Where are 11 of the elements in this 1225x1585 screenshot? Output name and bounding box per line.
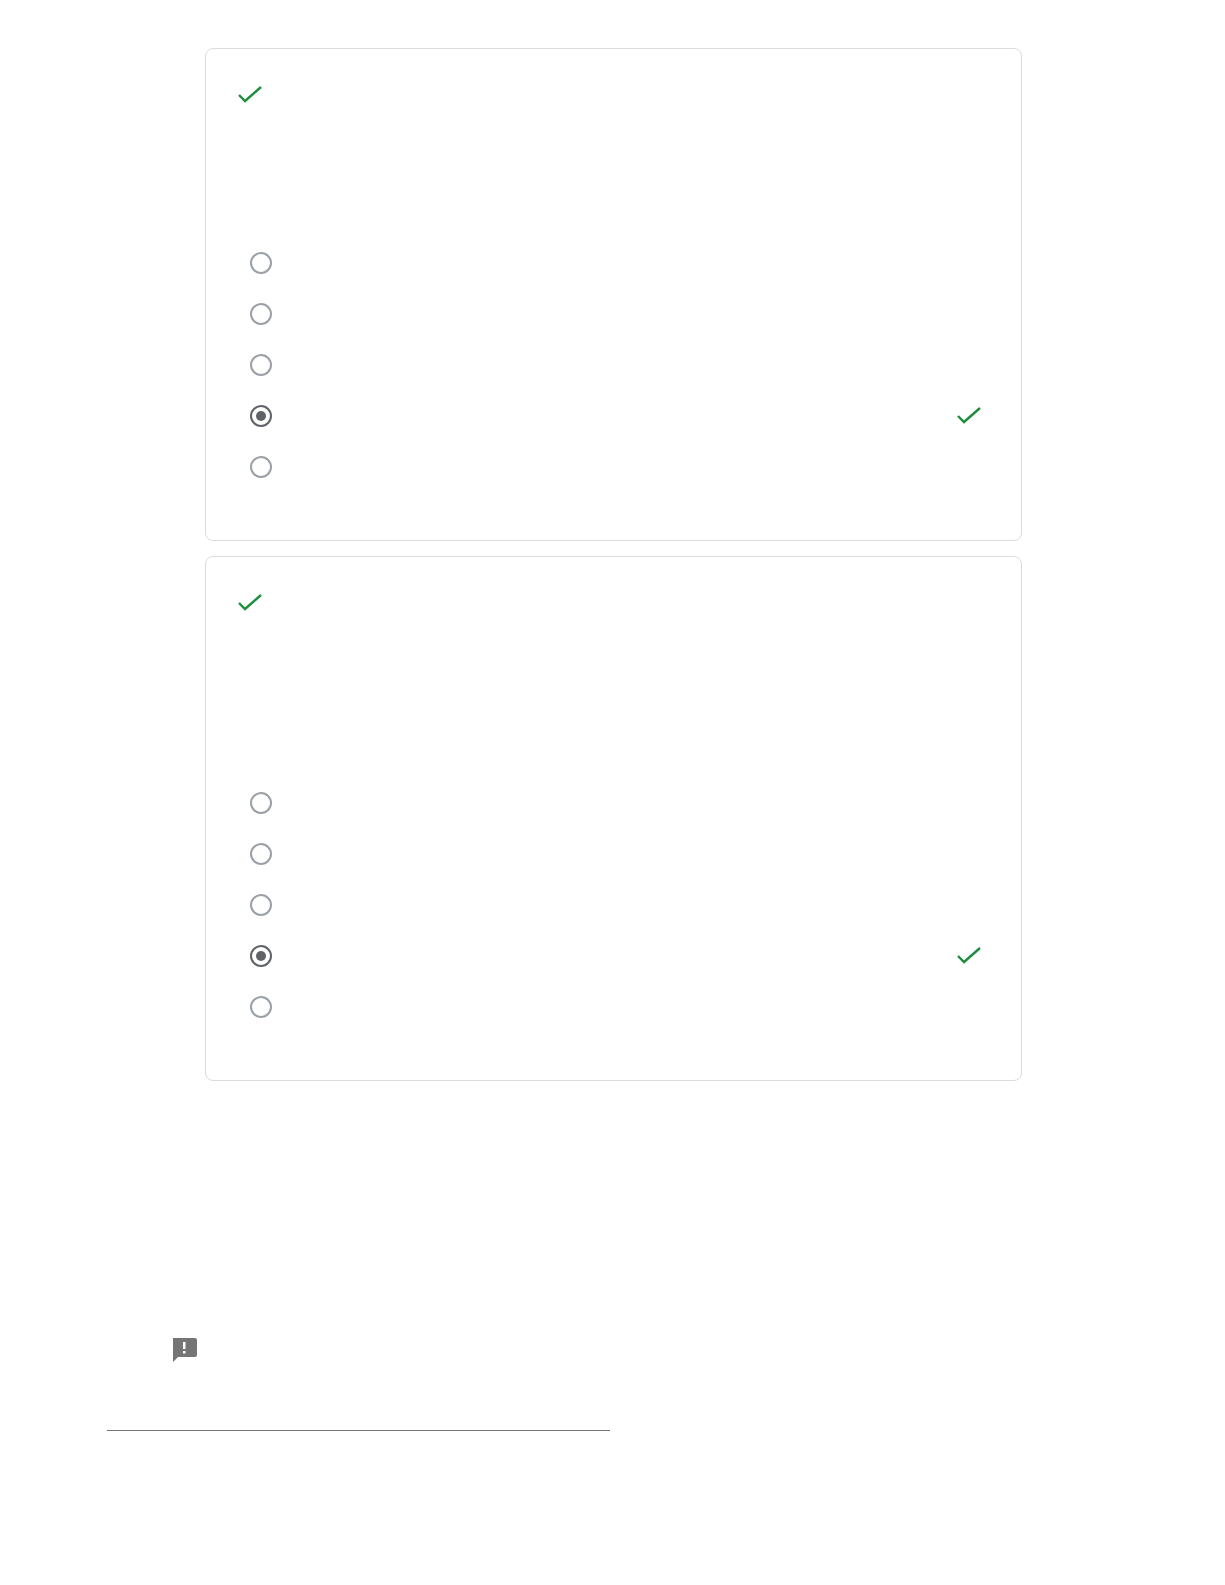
radio-button[interactable] xyxy=(250,944,272,967)
radio-button[interactable] xyxy=(250,455,272,478)
radio-button[interactable] xyxy=(250,995,272,1018)
radio-button[interactable] xyxy=(250,842,272,865)
report-icon[interactable] xyxy=(170,1336,198,1364)
radio-button[interactable] xyxy=(250,302,272,325)
radio-button[interactable] xyxy=(250,251,272,274)
radio-button[interactable] xyxy=(250,353,272,376)
radio-button[interactable] xyxy=(250,791,272,814)
radio-button[interactable] xyxy=(250,893,272,916)
radio-button[interactable] xyxy=(250,404,272,427)
